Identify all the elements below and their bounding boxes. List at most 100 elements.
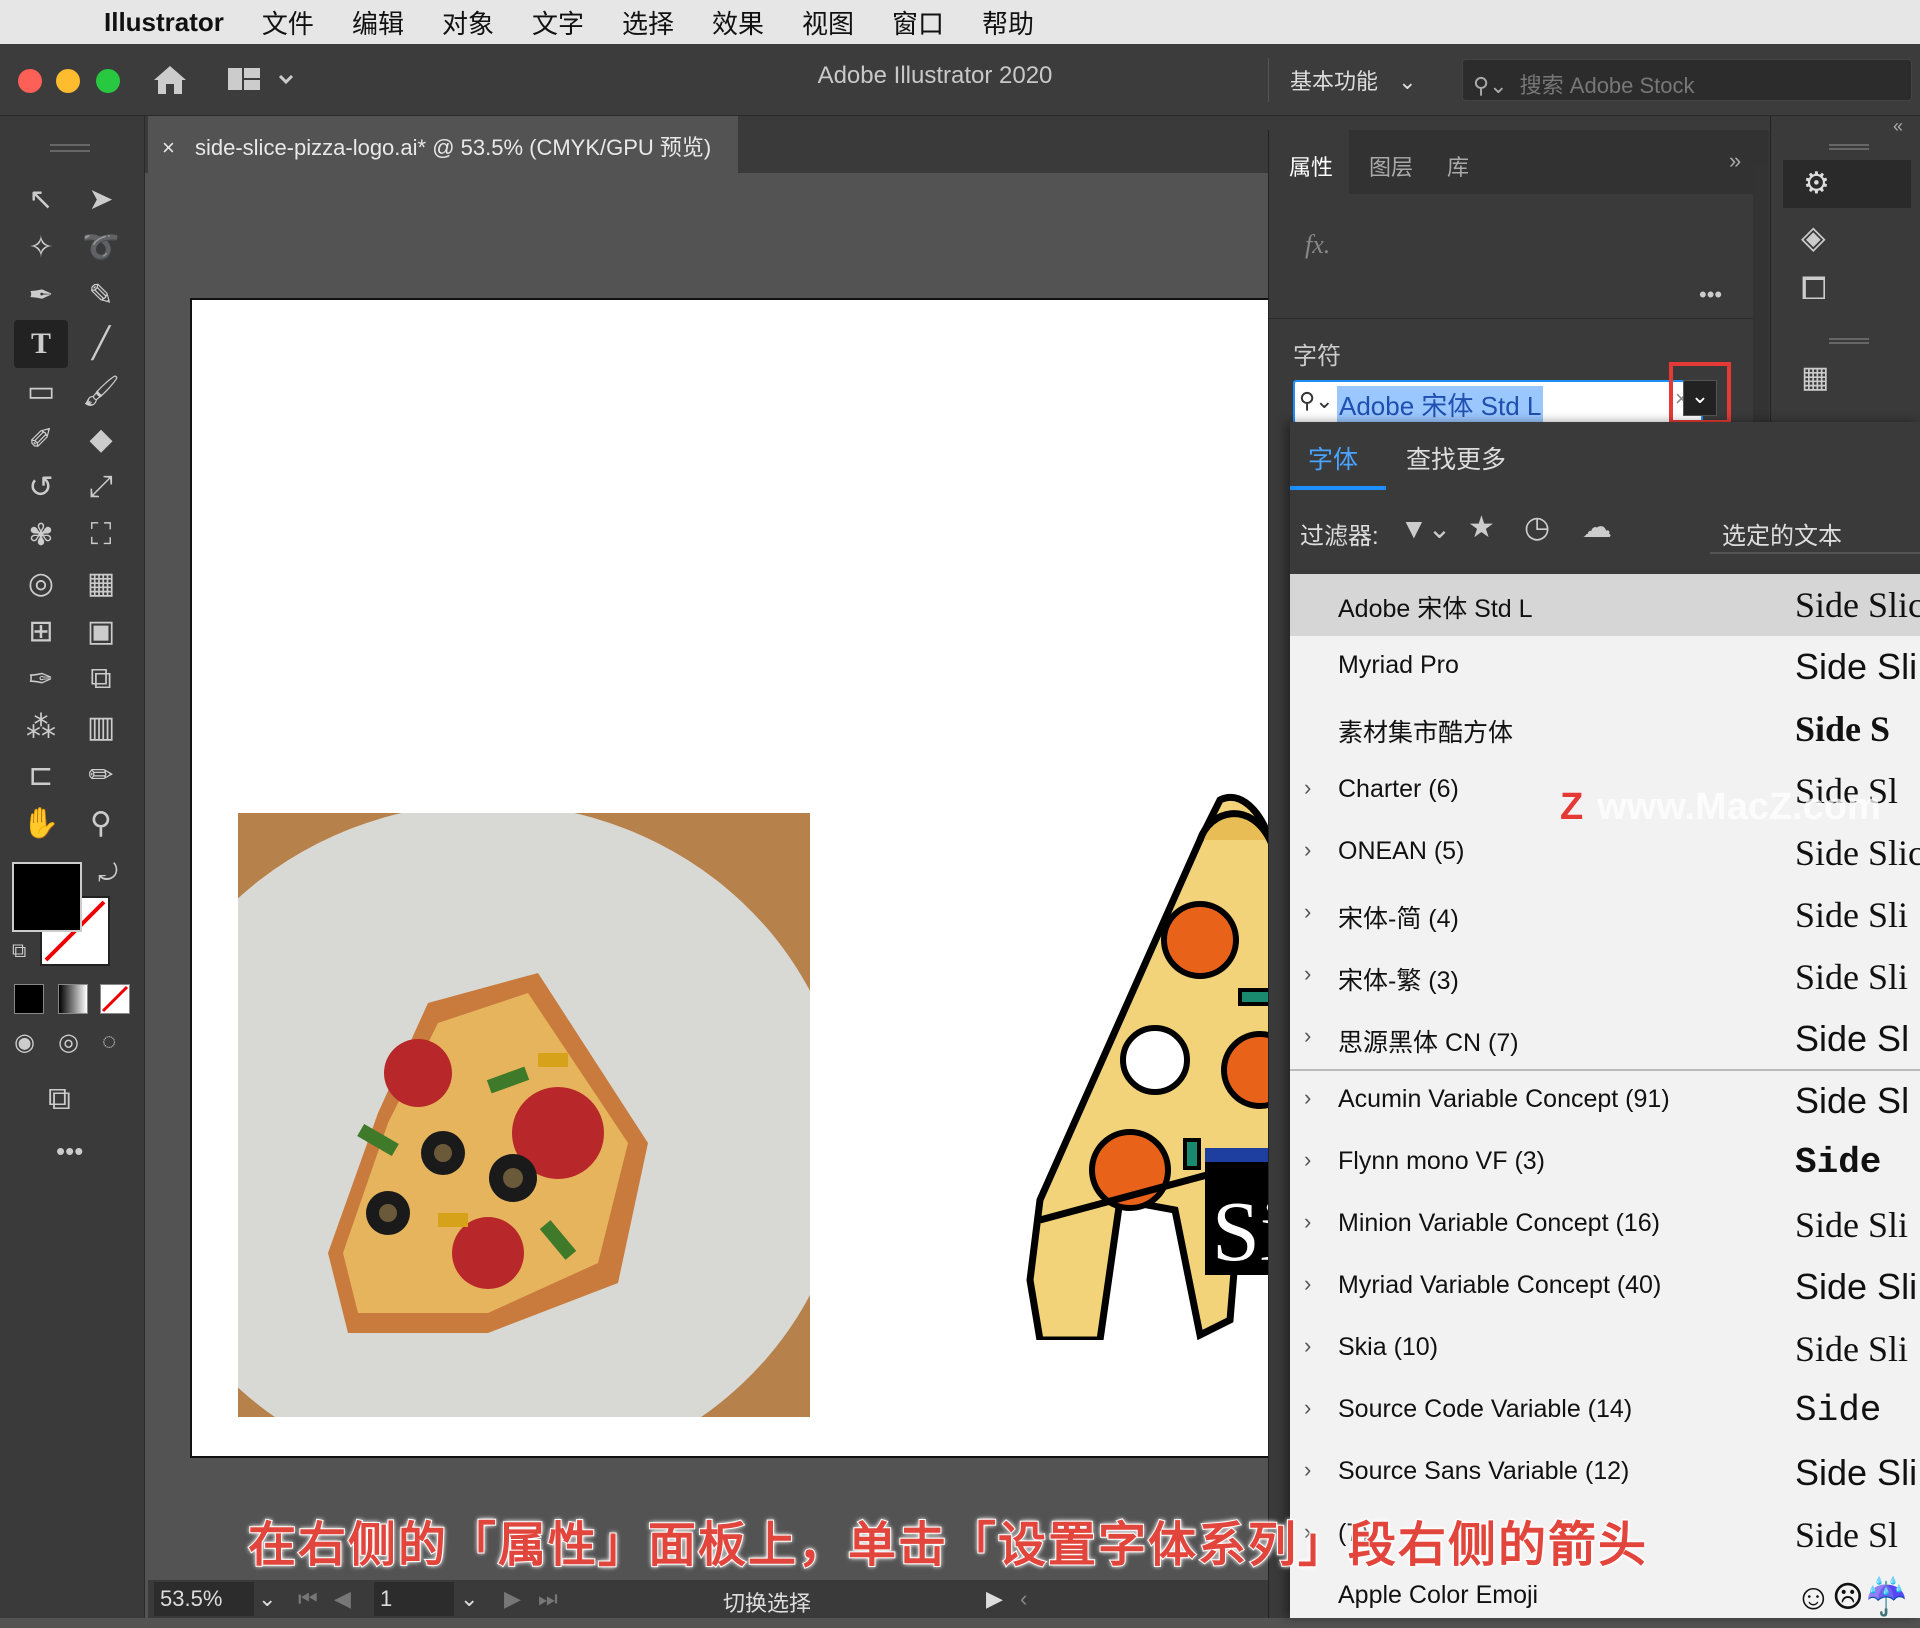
panel-menu-icon[interactable]: »: [1729, 148, 1741, 174]
font-list-item[interactable]: › 宋体-简 (4) Side Sli: [1290, 884, 1920, 946]
rotate-tool-icon[interactable]: ↺: [20, 466, 62, 508]
favorites-star-icon[interactable]: ★: [1468, 510, 1495, 545]
pen-tool-icon[interactable]: ✒: [20, 274, 62, 316]
zoom-tool-icon[interactable]: ⚲: [80, 802, 122, 844]
color-mode-button[interactable]: [14, 984, 44, 1014]
status-mode-label[interactable]: 切换选择: [723, 1586, 811, 1618]
font-list-item[interactable]: › 思源黑体 CN (7) Side Sl: [1290, 1008, 1920, 1071]
font-list-item[interactable]: › ONEAN (5) Side Slic: [1290, 822, 1920, 884]
first-artboard-icon[interactable]: ⏮: [298, 1586, 318, 1612]
tab-properties[interactable]: 属性: [1289, 150, 1333, 182]
free-transform-tool-icon[interactable]: ⛶: [80, 514, 122, 556]
tab-find-more[interactable]: 查找更多: [1406, 440, 1506, 476]
warp-tool-icon[interactable]: ✾: [20, 514, 62, 556]
filter-classification-icon[interactable]: ▼⌄: [1400, 512, 1451, 545]
draw-behind-icon[interactable]: ◎: [58, 1028, 79, 1057]
grip-handle[interactable]: [1829, 338, 1869, 344]
properties-panel-button[interactable]: ⚙: [1783, 160, 1911, 208]
slice-tool-icon[interactable]: ✏: [80, 754, 122, 796]
chevron-down-icon[interactable]: ⌄: [258, 1586, 276, 1612]
fill-swatch[interactable]: [12, 862, 82, 932]
chevron-right-icon[interactable]: ›: [1304, 961, 1311, 987]
collapse-right-icon[interactable]: «: [1893, 116, 1903, 137]
chevron-right-icon[interactable]: ›: [1304, 1023, 1311, 1049]
mesh-tool-icon[interactable]: ⊞: [20, 610, 62, 652]
layers-icon[interactable]: ◈: [1801, 218, 1826, 256]
chevron-right-icon[interactable]: ›: [1304, 1395, 1311, 1421]
type-tool-icon[interactable]: T: [14, 320, 68, 368]
font-list-item[interactable]: › Skia (10) Side Sli: [1290, 1318, 1920, 1380]
eyedropper-tool-icon[interactable]: ✑: [20, 658, 62, 700]
gradient-tool-icon[interactable]: ▣: [80, 610, 122, 652]
artboard-number-input[interactable]: 1: [374, 1582, 454, 1616]
perspective-grid-tool-icon[interactable]: ▦: [80, 562, 122, 604]
draw-normal-icon[interactable]: ◉: [14, 1028, 35, 1057]
status-menu-arrow-icon[interactable]: ▶: [986, 1586, 1003, 1612]
fx-label[interactable]: fx.: [1305, 230, 1330, 260]
activated-fonts-cloud-icon[interactable]: ☁: [1582, 510, 1612, 545]
shaper-tool-icon[interactable]: ✐: [20, 418, 62, 460]
menu-type[interactable]: 文字: [532, 4, 584, 41]
close-tab-icon[interactable]: ×: [162, 135, 175, 160]
menu-edit[interactable]: 编辑: [352, 4, 404, 41]
tab-libraries[interactable]: 库: [1447, 150, 1469, 182]
chevron-right-icon[interactable]: ›: [1304, 1209, 1311, 1235]
font-list-item[interactable]: › Acumin Variable Concept (91) Side Sl: [1290, 1070, 1920, 1132]
document-tab[interactable]: × side-slice-pizza-logo.ai* @ 53.5% (CMY…: [148, 116, 738, 173]
menu-effect[interactable]: 效果: [712, 4, 764, 41]
direct-selection-tool-icon[interactable]: ➤: [80, 178, 122, 220]
paintbrush-tool-icon[interactable]: 🖌: [80, 370, 122, 412]
lasso-tool-icon[interactable]: ➰: [80, 226, 122, 268]
stock-search-input[interactable]: ⚲⌄ 搜索 Adobe Stock: [1462, 59, 1912, 101]
font-list-item[interactable]: › Source Code Variable (14) Side: [1290, 1380, 1920, 1442]
hand-tool-icon[interactable]: ✋: [20, 802, 62, 844]
more-tools-icon[interactable]: •••: [56, 1136, 83, 1167]
selection-tool-icon[interactable]: ↖: [20, 178, 62, 220]
chevron-right-icon[interactable]: ›: [1304, 1147, 1311, 1173]
tab-fonts[interactable]: 字体: [1308, 440, 1358, 476]
default-colors-icon[interactable]: ⧉: [12, 940, 26, 963]
zoom-level-input[interactable]: 53.5%: [154, 1582, 254, 1616]
font-list-item[interactable]: Apple Color Emoji ☺☹☔: [1290, 1566, 1920, 1628]
workspace-switcher[interactable]: 基本功能 ⌄: [1290, 64, 1417, 96]
font-family-input[interactable]: ⚲⌄ Adobe 宋体 Std L ×: [1293, 380, 1703, 424]
chevron-right-icon[interactable]: ›: [1304, 1085, 1311, 1111]
scale-tool-icon[interactable]: ⤢: [80, 466, 122, 508]
menu-select[interactable]: 选择: [622, 4, 674, 41]
menu-object[interactable]: 对象: [442, 4, 494, 41]
none-mode-button[interactable]: [100, 984, 130, 1014]
swap-colors-icon[interactable]: ⤾: [98, 860, 118, 888]
pizza-photo[interactable]: [238, 813, 810, 1417]
libraries-icon[interactable]: ⧠: [1801, 270, 1827, 308]
grip-handle[interactable]: [1829, 144, 1869, 150]
recent-clock-icon[interactable]: ◷: [1524, 510, 1550, 545]
menu-file[interactable]: 文件: [262, 4, 314, 41]
draw-inside-icon[interactable]: ◌: [102, 1028, 116, 1056]
screen-mode-icon[interactable]: ⧉: [48, 1080, 71, 1118]
font-list-item[interactable]: Adobe 宋体 Std L Side Slic: [1290, 574, 1920, 636]
more-options-icon[interactable]: •••: [1699, 282, 1722, 308]
column-graph-tool-icon[interactable]: ▥: [80, 706, 122, 748]
app-menu[interactable]: Illustrator: [104, 7, 224, 38]
artboard-tool-icon[interactable]: ⊏: [20, 754, 62, 796]
chevron-right-icon[interactable]: ›: [1304, 1333, 1311, 1359]
swatches-icon[interactable]: ▦: [1801, 360, 1829, 395]
menu-window[interactable]: 窗口: [892, 4, 944, 41]
font-family-dropdown-button[interactable]: ⌄: [1683, 380, 1717, 416]
chevron-right-icon[interactable]: ›: [1304, 899, 1311, 925]
font-list-item[interactable]: › 宋体-繁 (3) Side Sli: [1290, 946, 1920, 1008]
symbol-sprayer-tool-icon[interactable]: ⁂: [20, 706, 62, 748]
font-list-item[interactable]: › Minion Variable Concept (16) Side Sli: [1290, 1194, 1920, 1256]
last-artboard-icon[interactable]: ⏭: [538, 1586, 558, 1612]
menu-view[interactable]: 视图: [802, 4, 854, 41]
next-artboard-icon[interactable]: ▶: [504, 1586, 521, 1612]
scroll-left-icon[interactable]: ‹: [1020, 1586, 1027, 1612]
eraser-tool-icon[interactable]: ◆: [80, 418, 122, 460]
tab-layers[interactable]: 图层: [1369, 150, 1413, 182]
chevron-right-icon[interactable]: ›: [1304, 837, 1311, 863]
font-list-item[interactable]: Myriad Pro Side Sli: [1290, 636, 1920, 698]
chevron-right-icon[interactable]: ›: [1304, 1271, 1311, 1297]
pizza-logo-illustration[interactable]: Si: [1000, 780, 1300, 1340]
grip-handle[interactable]: [50, 144, 90, 152]
shape-builder-tool-icon[interactable]: ◎: [20, 562, 62, 604]
